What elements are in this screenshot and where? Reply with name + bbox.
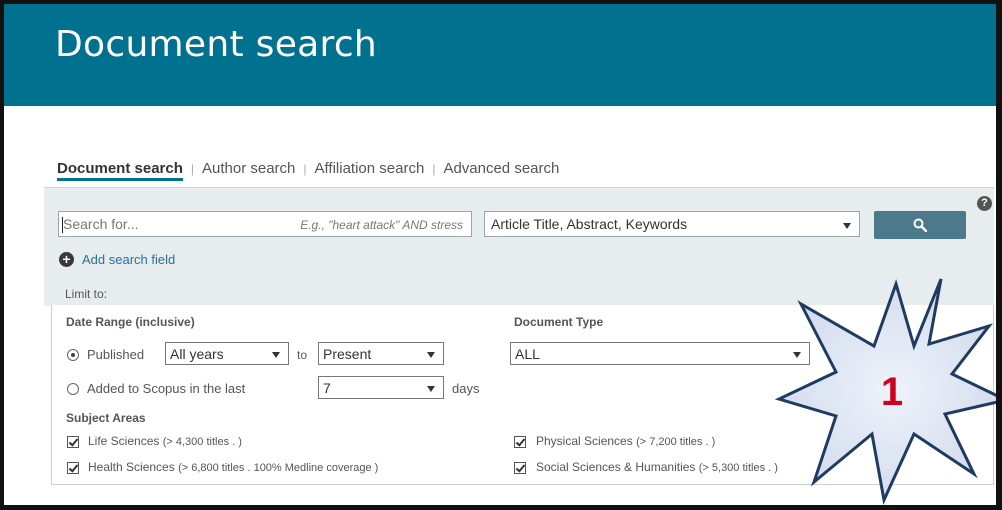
document-type-select[interactable]: ALL	[510, 342, 810, 365]
chevron-down-icon	[843, 223, 851, 229]
date-range-label: Date Range (inclusive)	[66, 315, 195, 329]
from-year-select[interactable]: All years	[165, 342, 289, 365]
to-year-select[interactable]: Present	[318, 342, 444, 365]
to-label: to	[297, 348, 308, 362]
days-select[interactable]: 7	[318, 376, 444, 399]
add-search-field-link[interactable]: + Add search field	[59, 251, 176, 268]
to-year-value: Present	[323, 346, 372, 362]
published-radio[interactable]	[67, 349, 79, 361]
subject-name: Social Sciences & Humanities	[536, 460, 696, 474]
add-search-field-label: Add search field	[82, 252, 176, 268]
callout-number: 1	[881, 370, 903, 414]
subject-checkbox-health[interactable]	[67, 462, 79, 474]
subject-checkbox-social[interactable]	[514, 462, 526, 474]
subject-health-sciences: Health Sciences (> 6,800 titles . 100% M…	[88, 460, 378, 474]
subject-checkbox-physical[interactable]	[514, 436, 526, 448]
from-year-value: All years	[170, 346, 224, 362]
tab-advanced-search[interactable]: Advanced search	[443, 160, 559, 177]
subject-name: Physical Sciences	[536, 434, 633, 448]
subject-note: (> 7,200 titles . )	[636, 436, 716, 448]
days-value: 7	[323, 380, 331, 396]
subject-note: (> 4,300 titles . )	[162, 436, 242, 448]
search-placeholder: Search for...	[63, 216, 139, 232]
tab-separator: |	[432, 162, 436, 176]
added-radio[interactable]	[67, 383, 79, 395]
subject-social-sciences: Social Sciences & Humanities (> 5,300 ti…	[536, 460, 778, 474]
search-input[interactable]: Search for... E.g., "heart attack" AND s…	[58, 211, 472, 237]
tab-affiliation-search[interactable]: Affiliation search	[315, 160, 425, 177]
subject-physical-sciences: Physical Sciences (> 7,200 titles . )	[536, 434, 715, 448]
tab-separator: |	[190, 162, 194, 176]
subject-note: (> 5,300 titles . )	[698, 462, 778, 474]
added-label: Added to Scopus in the last	[87, 381, 246, 396]
plus-circle-icon: +	[59, 252, 74, 268]
document-type-label: Document Type	[514, 315, 604, 329]
page-header: Document search	[4, 4, 996, 106]
subject-checkbox-life[interactable]	[67, 436, 79, 448]
subject-note: (> 6,800 titles . 100% Medline coverage …	[178, 462, 379, 474]
chevron-down-icon	[272, 352, 280, 358]
subject-areas-label: Subject Areas	[66, 411, 146, 425]
callout-starburst: 1	[774, 278, 996, 505]
search-icon	[913, 218, 927, 232]
tab-separator: |	[303, 162, 307, 176]
screenshot-frame: Document search Document search | Author s…	[0, 0, 1002, 510]
days-label: days	[452, 381, 480, 396]
document-type-value: ALL	[515, 346, 540, 362]
search-hint: E.g., "heart attack" AND stress	[300, 218, 463, 232]
tab-document-search[interactable]: Document search	[57, 160, 183, 181]
search-tabs: Document search | Author search | Affiliatio…	[57, 160, 559, 181]
limit-to-label: Limit to:	[65, 287, 108, 301]
page-title: Document search	[55, 24, 378, 65]
chevron-down-icon	[427, 386, 435, 392]
published-label: Published	[87, 347, 145, 362]
search-field-select[interactable]: Article Title, Abstract, Keywords	[484, 211, 860, 237]
tab-author-search[interactable]: Author search	[202, 160, 295, 177]
search-button[interactable]	[874, 211, 966, 239]
subject-life-sciences: Life Sciences (> 4,300 titles . )	[88, 434, 242, 448]
chevron-down-icon	[427, 352, 435, 358]
subject-name: Health Sciences	[88, 460, 175, 474]
search-field-value: Article Title, Abstract, Keywords	[491, 216, 688, 232]
help-icon[interactable]: ?	[977, 196, 992, 211]
subject-name: Life Sciences	[88, 434, 160, 448]
